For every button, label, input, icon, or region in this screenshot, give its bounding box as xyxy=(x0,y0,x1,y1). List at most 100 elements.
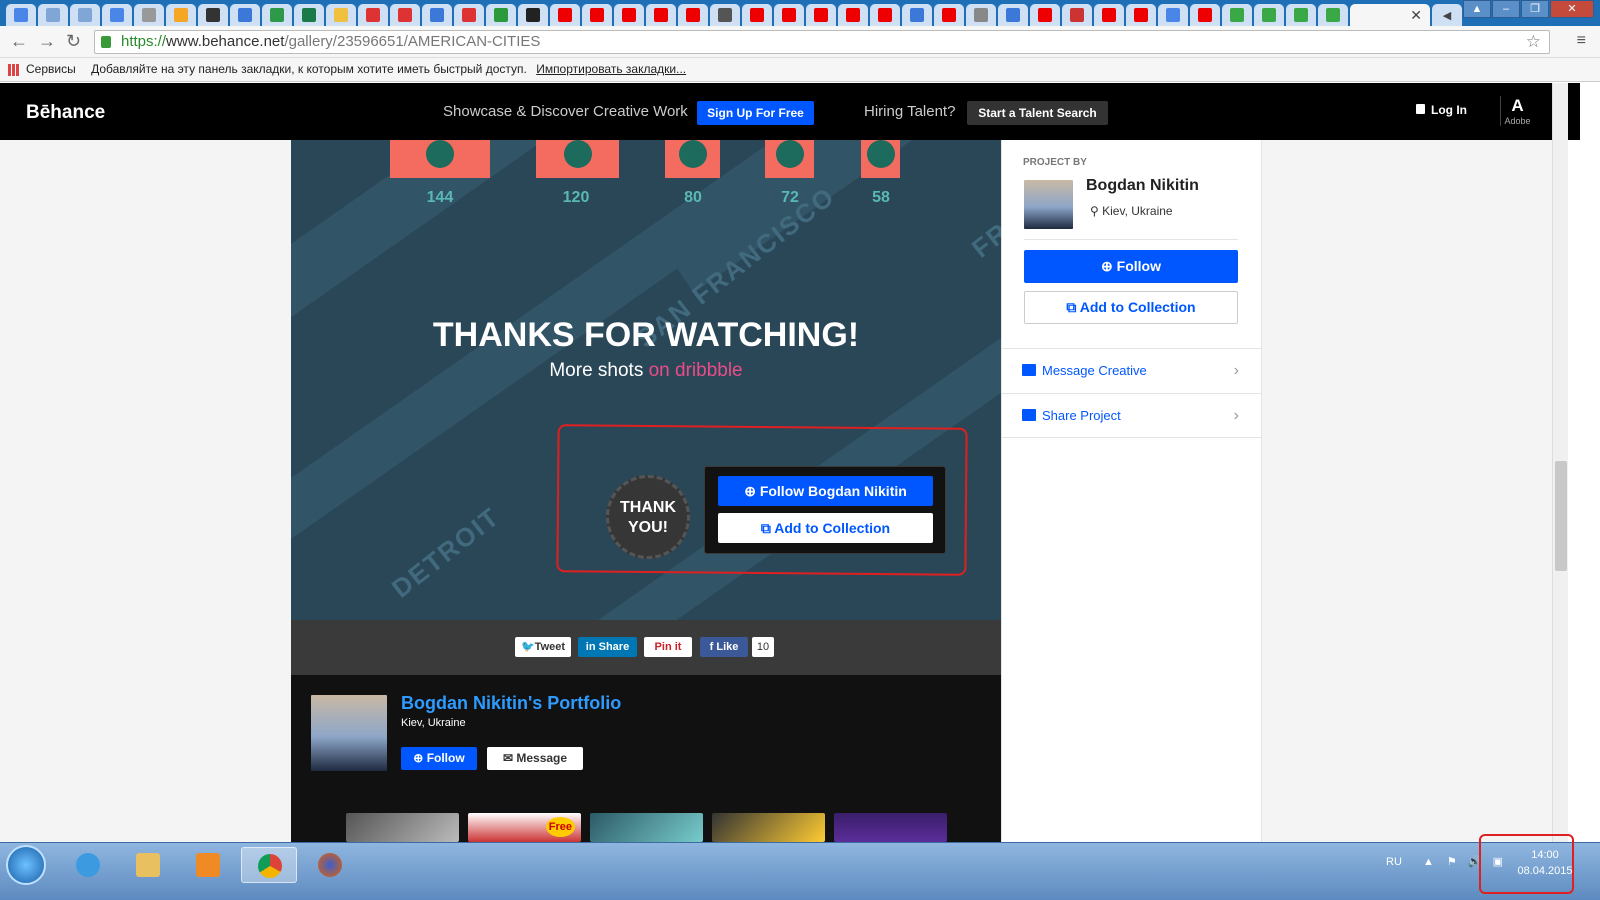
close-icon[interactable]: ✕ xyxy=(1410,7,1422,24)
browser-tab-active[interactable]: ✕ xyxy=(1350,4,1430,26)
avatar[interactable] xyxy=(311,695,387,771)
page-scrollbar[interactable] xyxy=(1552,83,1568,842)
browser-tab[interactable] xyxy=(358,4,388,26)
creator-name-link[interactable]: Bogdan Nikitin xyxy=(1086,177,1199,195)
browser-tab[interactable] xyxy=(1126,4,1156,26)
minimize-button[interactable]: – xyxy=(1492,0,1520,18)
creator-avatar[interactable] xyxy=(1024,180,1073,229)
browser-tab[interactable] xyxy=(646,4,676,26)
browser-tab[interactable] xyxy=(998,4,1028,26)
browser-tab[interactable] xyxy=(1318,4,1348,26)
share-project-row[interactable]: Share Project › xyxy=(1002,393,1261,438)
sidebar-add-collection-button[interactable]: ⧉ Add to Collection xyxy=(1024,291,1238,324)
project-thumbnail[interactable] xyxy=(346,813,459,842)
flag-icon[interactable]: ⚑ xyxy=(1447,856,1457,868)
browser-tab[interactable] xyxy=(102,4,132,26)
browser-tab[interactable] xyxy=(870,4,900,26)
windows-start-button[interactable] xyxy=(6,845,46,885)
new-tab-button[interactable]: ◀ xyxy=(1432,4,1462,26)
browser-tab[interactable] xyxy=(806,4,836,26)
browser-tab[interactable] xyxy=(326,4,356,26)
signup-button[interactable]: Sign Up For Free xyxy=(697,101,814,125)
taskbar-explorer[interactable] xyxy=(120,847,176,883)
browser-tab[interactable] xyxy=(582,4,612,26)
portfolio-follow-button[interactable]: ⊕ Follow xyxy=(401,747,477,770)
taskbar-chrome[interactable] xyxy=(241,847,297,883)
url-input[interactable]: https://www.behance.net/gallery/23596651… xyxy=(94,30,1550,54)
browser-tab[interactable] xyxy=(422,4,452,26)
browser-tab[interactable] xyxy=(454,4,484,26)
browser-tab[interactable] xyxy=(390,4,420,26)
bookmark-star-icon[interactable]: ☆ xyxy=(1526,31,1541,53)
tray-arrow-icon[interactable]: ▲ xyxy=(1423,856,1434,868)
taskbar-firefox[interactable] xyxy=(302,847,358,883)
more-shots-prefix: More shots xyxy=(549,360,649,381)
browser-tab[interactable] xyxy=(1030,4,1060,26)
browser-tab[interactable] xyxy=(838,4,868,26)
forward-arrow-icon[interactable]: → xyxy=(38,32,56,50)
browser-tab[interactable] xyxy=(70,4,100,26)
project-thumbnail[interactable] xyxy=(834,813,947,842)
browser-tab[interactable] xyxy=(678,4,708,26)
youtube-icon xyxy=(814,8,828,22)
chart-value-label: 120 xyxy=(562,189,590,206)
browser-tab[interactable] xyxy=(614,4,644,26)
browser-tab[interactable] xyxy=(774,4,804,26)
apps-icon[interactable] xyxy=(8,63,20,76)
menu-icon[interactable]: ≡ xyxy=(1577,32,1586,50)
speaker-icon: ◀ xyxy=(1442,9,1452,22)
browser-tab[interactable] xyxy=(1286,4,1316,26)
browser-tab[interactable] xyxy=(934,4,964,26)
pinterest-button[interactable]: Pin it xyxy=(644,637,692,657)
project-thumbnail[interactable] xyxy=(590,813,703,842)
sidebar-follow-button[interactable]: ⊕ Follow xyxy=(1024,250,1238,283)
close-window-button[interactable]: ✕ xyxy=(1550,0,1594,18)
talent-search-button[interactable]: Start a Talent Search xyxy=(967,101,1108,125)
header-tagline: Showcase & Discover Creative Work xyxy=(443,103,688,120)
browser-tab[interactable] xyxy=(198,4,228,26)
login-link[interactable]: Log In xyxy=(1416,103,1467,117)
apps-link[interactable]: Сервисы xyxy=(26,62,76,76)
reload-icon[interactable]: ↻ xyxy=(66,32,81,50)
scrollbar-thumb[interactable] xyxy=(1555,461,1567,571)
import-bookmarks-link[interactable]: Импортировать закладки... xyxy=(536,62,686,76)
message-creative-row[interactable]: Message Creative › xyxy=(1002,348,1261,393)
project-thumbnail[interactable]: Free xyxy=(468,813,581,842)
browser-tab[interactable] xyxy=(1190,4,1220,26)
project-thumbnail[interactable] xyxy=(712,813,825,842)
browser-tab[interactable] xyxy=(166,4,196,26)
taskbar-media-player[interactable] xyxy=(180,847,236,883)
browser-tab[interactable] xyxy=(710,4,740,26)
maximize-button[interactable]: ❐ xyxy=(1521,0,1549,18)
browser-tab[interactable] xyxy=(486,4,516,26)
browser-tab[interactable] xyxy=(1094,4,1124,26)
tweet-button[interactable]: 🐦Tweet xyxy=(515,637,571,657)
browser-tab[interactable] xyxy=(38,4,68,26)
browser-tab[interactable] xyxy=(262,4,292,26)
browser-tab[interactable] xyxy=(1158,4,1188,26)
user-icon[interactable]: ▲ xyxy=(1463,0,1491,18)
browser-tab[interactable] xyxy=(1254,4,1284,26)
behance-logo[interactable]: Bēhance xyxy=(26,102,105,124)
taskbar-ie[interactable] xyxy=(60,847,116,883)
dribbble-link[interactable]: on dribbble xyxy=(649,360,743,381)
language-indicator[interactable]: RU xyxy=(1386,856,1402,868)
linkedin-share-button[interactable]: in Share xyxy=(578,637,637,657)
portfolio-name-link[interactable]: Bogdan Nikitin's Portfolio xyxy=(401,693,621,714)
browser-tab[interactable] xyxy=(966,4,996,26)
browser-tab[interactable] xyxy=(902,4,932,26)
facebook-like-button[interactable]: f Like xyxy=(700,637,748,657)
browser-tab[interactable] xyxy=(1062,4,1092,26)
browser-tab[interactable] xyxy=(742,4,772,26)
portfolio-message-button[interactable]: ✉ Message xyxy=(487,747,583,770)
browser-tab[interactable] xyxy=(6,4,36,26)
back-arrow-icon[interactable]: ← xyxy=(10,32,28,50)
browser-tab[interactable] xyxy=(294,4,324,26)
browser-tab[interactable] xyxy=(550,4,580,26)
browser-tab[interactable] xyxy=(230,4,260,26)
browser-tab[interactable] xyxy=(518,4,548,26)
browser-tab[interactable] xyxy=(1222,4,1252,26)
envelope-icon: ✉ xyxy=(502,751,517,765)
adobe-logo[interactable]: A Adobe xyxy=(1500,96,1534,126)
browser-tab[interactable] xyxy=(134,4,164,26)
